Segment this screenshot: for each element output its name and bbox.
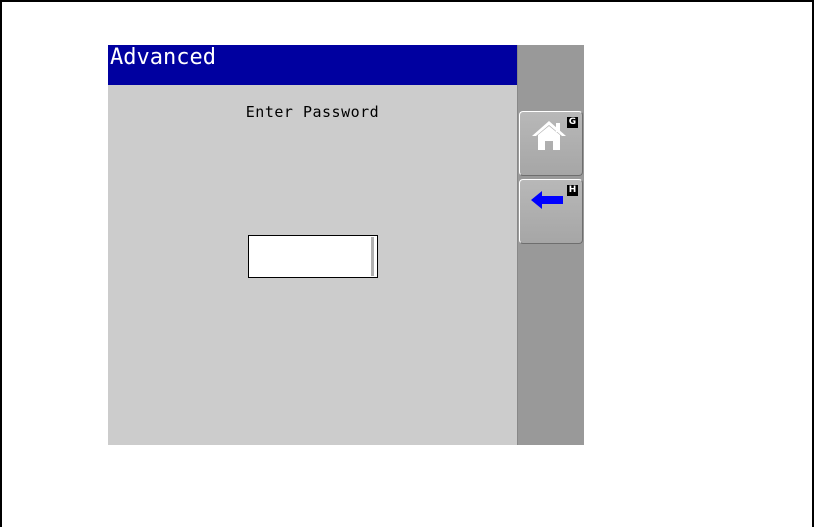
softkey-letter-h: H [567, 185, 578, 196]
back-arrow-icon [529, 184, 569, 218]
softkey-letter-g: G [567, 117, 578, 128]
advanced-screen: Advanced Enter Password [108, 45, 517, 445]
screen-title: Advanced [108, 45, 517, 85]
softkey-panel: G H [517, 45, 584, 445]
password-prompt: Enter Password [245, 103, 380, 121]
home-softkey[interactable]: G [519, 111, 583, 176]
home-icon [529, 116, 569, 156]
password-field[interactable] [248, 235, 378, 278]
back-softkey[interactable]: H [519, 179, 583, 244]
